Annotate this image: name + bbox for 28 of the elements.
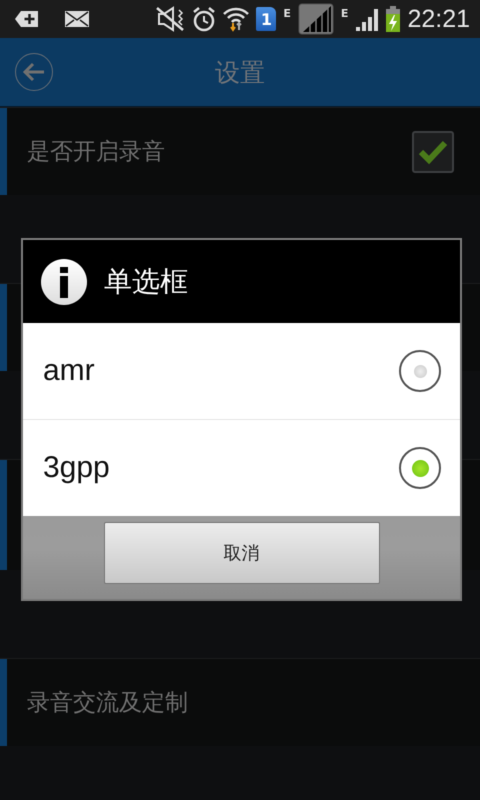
notification-add-icon (15, 10, 39, 28)
info-icon (40, 258, 88, 306)
cancel-button[interactable]: 取消 (104, 522, 380, 584)
checkmark-icon (418, 138, 448, 164)
battery-charging-icon (386, 6, 400, 32)
option-label: 3gpp (43, 451, 111, 485)
clock-time: 22:21 (407, 4, 470, 34)
setting-label: 录音交流及定制 (27, 689, 189, 718)
settings-item[interactable]: 录音交流及定制 (0, 658, 480, 746)
wifi-icon (223, 6, 250, 32)
sim-card-icon: 1 (256, 7, 276, 31)
page-title: 设置 (215, 56, 265, 88)
radio-button[interactable] (399, 350, 441, 392)
network-type-label: E (283, 7, 291, 20)
back-arrow-icon (22, 62, 46, 82)
signal-bars-icon (355, 7, 380, 31)
network-type-label: E (340, 7, 348, 20)
signal-icon (298, 3, 334, 35)
mute-vibrate-icon (155, 6, 186, 32)
mail-icon (65, 10, 89, 28)
radio-option[interactable]: amr (23, 323, 460, 419)
settings-item[interactable]: 是否开启录音 (0, 107, 480, 195)
dialog-title: 单选框 (104, 264, 188, 300)
alarm-clock-icon (192, 6, 216, 32)
setting-label: 是否开启录音 (27, 138, 166, 167)
checkbox[interactable] (412, 130, 454, 172)
radio-button[interactable] (399, 447, 441, 489)
option-label: amr (43, 354, 96, 388)
